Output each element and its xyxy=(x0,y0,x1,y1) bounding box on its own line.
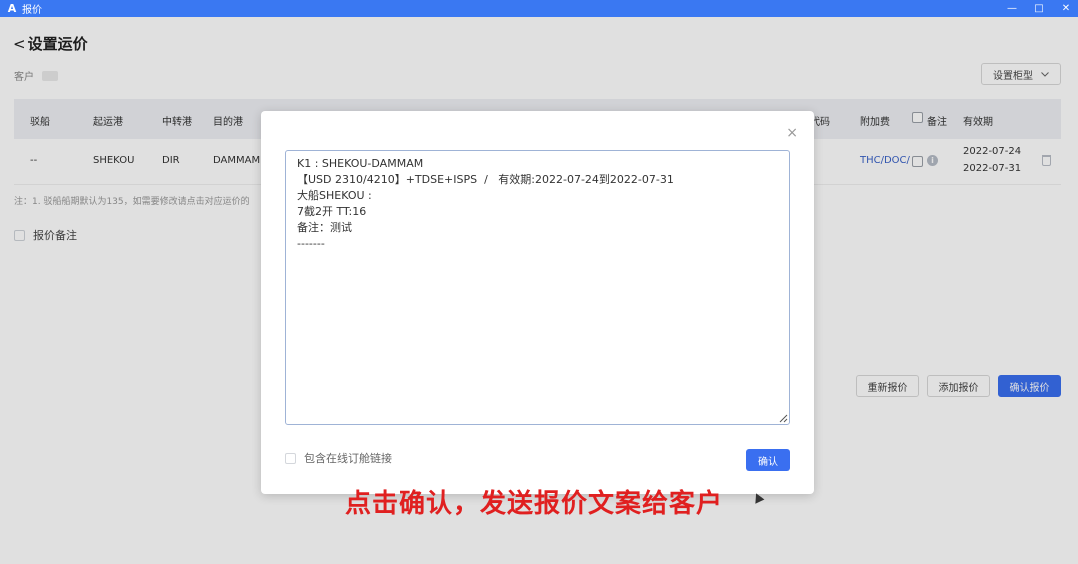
online-booking-option[interactable]: 包含在线订舱链接 xyxy=(285,450,392,466)
window-controls: — □ ✕ xyxy=(1006,0,1072,17)
close-icon[interactable]: × xyxy=(786,125,798,141)
online-booking-label: 包含在线订舱链接 xyxy=(304,452,392,465)
online-booking-checkbox[interactable] xyxy=(285,452,296,464)
app-logo-icon: A xyxy=(7,2,17,15)
window-titlebar: A 报价 — □ ✕ xyxy=(0,0,1078,17)
close-window-button[interactable]: ✕ xyxy=(1060,0,1072,17)
minimize-button[interactable]: — xyxy=(1006,0,1018,17)
instruction-caption: 点击确认，发送报价文案给客户 xyxy=(345,489,724,519)
resize-grip-icon[interactable] xyxy=(779,414,788,423)
quote-text-dialog: × K1 : SHEKOU-DAMMAM 【USD 2310/4210】+TDS… xyxy=(261,111,814,494)
window-title: 报价 xyxy=(22,5,42,16)
maximize-button[interactable]: □ xyxy=(1033,0,1045,17)
quote-text-area[interactable]: K1 : SHEKOU-DAMMAM 【USD 2310/4210】+TDSE+… xyxy=(285,150,790,425)
confirm-button[interactable]: 确认 xyxy=(746,449,790,471)
